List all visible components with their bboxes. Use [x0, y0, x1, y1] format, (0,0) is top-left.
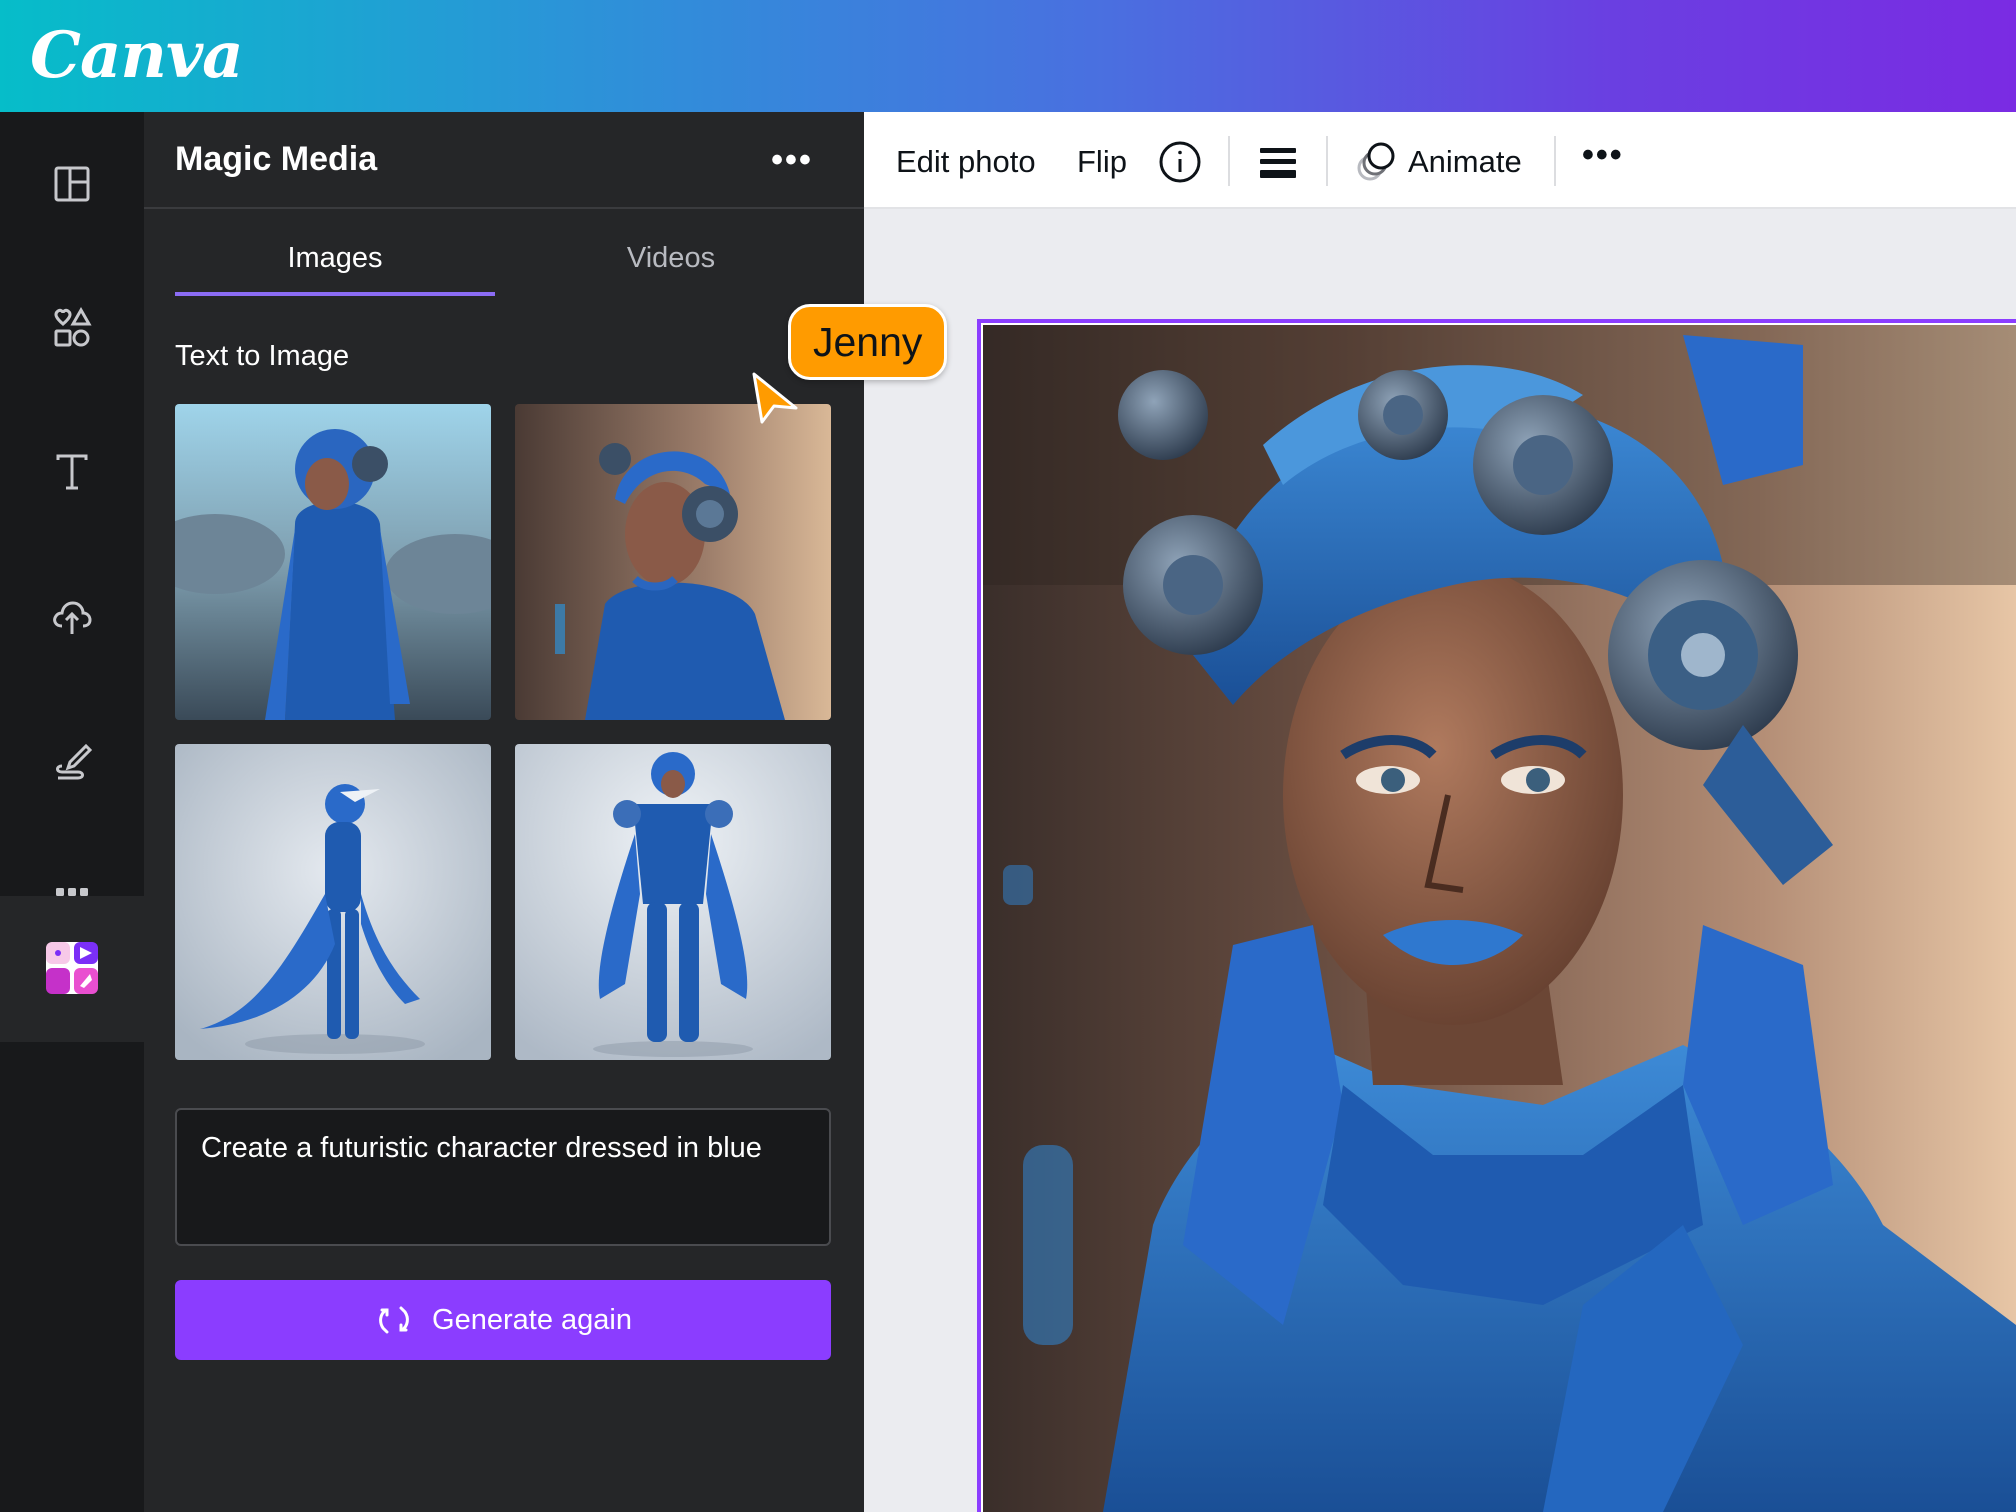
- rail-item-design[interactable]: [0, 112, 144, 256]
- collaborator-name-tag: Jenny: [788, 304, 948, 380]
- toolbar-more-button[interactable]: •••: [1582, 136, 1624, 175]
- generated-image-2[interactable]: [515, 404, 831, 720]
- position-icon[interactable]: [1256, 140, 1300, 184]
- toolbar-divider: [1326, 136, 1328, 186]
- rail-item-text[interactable]: [0, 400, 144, 544]
- generated-image-4[interactable]: [515, 744, 831, 1060]
- toolbar-divider: [1228, 136, 1230, 186]
- draw-icon: [56, 743, 93, 780]
- collaborator-cursor-icon: [752, 372, 798, 424]
- info-icon[interactable]: [1158, 140, 1202, 184]
- panel-header: Magic Media •••: [144, 112, 864, 209]
- top-header: Canva: [0, 0, 2016, 112]
- magic-media-panel: Magic Media ••• Images Videos Text to Im…: [144, 112, 864, 1512]
- animate-button[interactable]: Animate: [1408, 142, 1522, 182]
- tab-videos[interactable]: Videos: [511, 232, 831, 296]
- animate-icon: [1357, 142, 1395, 181]
- tab-images[interactable]: Images: [175, 232, 495, 296]
- refresh-icon: [379, 1306, 409, 1334]
- flip-button[interactable]: Flip: [1077, 142, 1127, 182]
- context-toolbar: Edit photo Flip Animate •••: [864, 112, 2016, 209]
- panel-title: Magic Media: [175, 140, 378, 178]
- panel-more-button[interactable]: •••: [762, 142, 822, 182]
- edit-photo-button[interactable]: Edit photo: [896, 142, 1036, 182]
- layout-icon: [54, 166, 90, 202]
- text-icon: [56, 454, 88, 490]
- rail-item-uploads[interactable]: [0, 544, 144, 688]
- generate-again-button[interactable]: Generate again: [175, 1280, 831, 1360]
- magic-media-icon: [46, 942, 98, 994]
- upload-cloud-icon: [53, 601, 92, 634]
- section-label: Text to Image: [175, 340, 350, 372]
- elements-icon: [54, 306, 92, 347]
- prompt-input[interactable]: Create a futuristic character dressed in…: [175, 1108, 831, 1246]
- generated-image-3[interactable]: [175, 744, 491, 1060]
- icon-rail: [0, 112, 144, 1512]
- generated-image-1[interactable]: [175, 404, 491, 720]
- toolbar-divider: [1554, 136, 1556, 186]
- canva-logo[interactable]: Canva: [30, 14, 244, 98]
- selected-image[interactable]: [983, 325, 2016, 1512]
- generate-again-label: Generate again: [432, 1303, 632, 1336]
- rail-item-elements[interactable]: [0, 256, 144, 400]
- rail-item-draw[interactable]: [0, 688, 144, 832]
